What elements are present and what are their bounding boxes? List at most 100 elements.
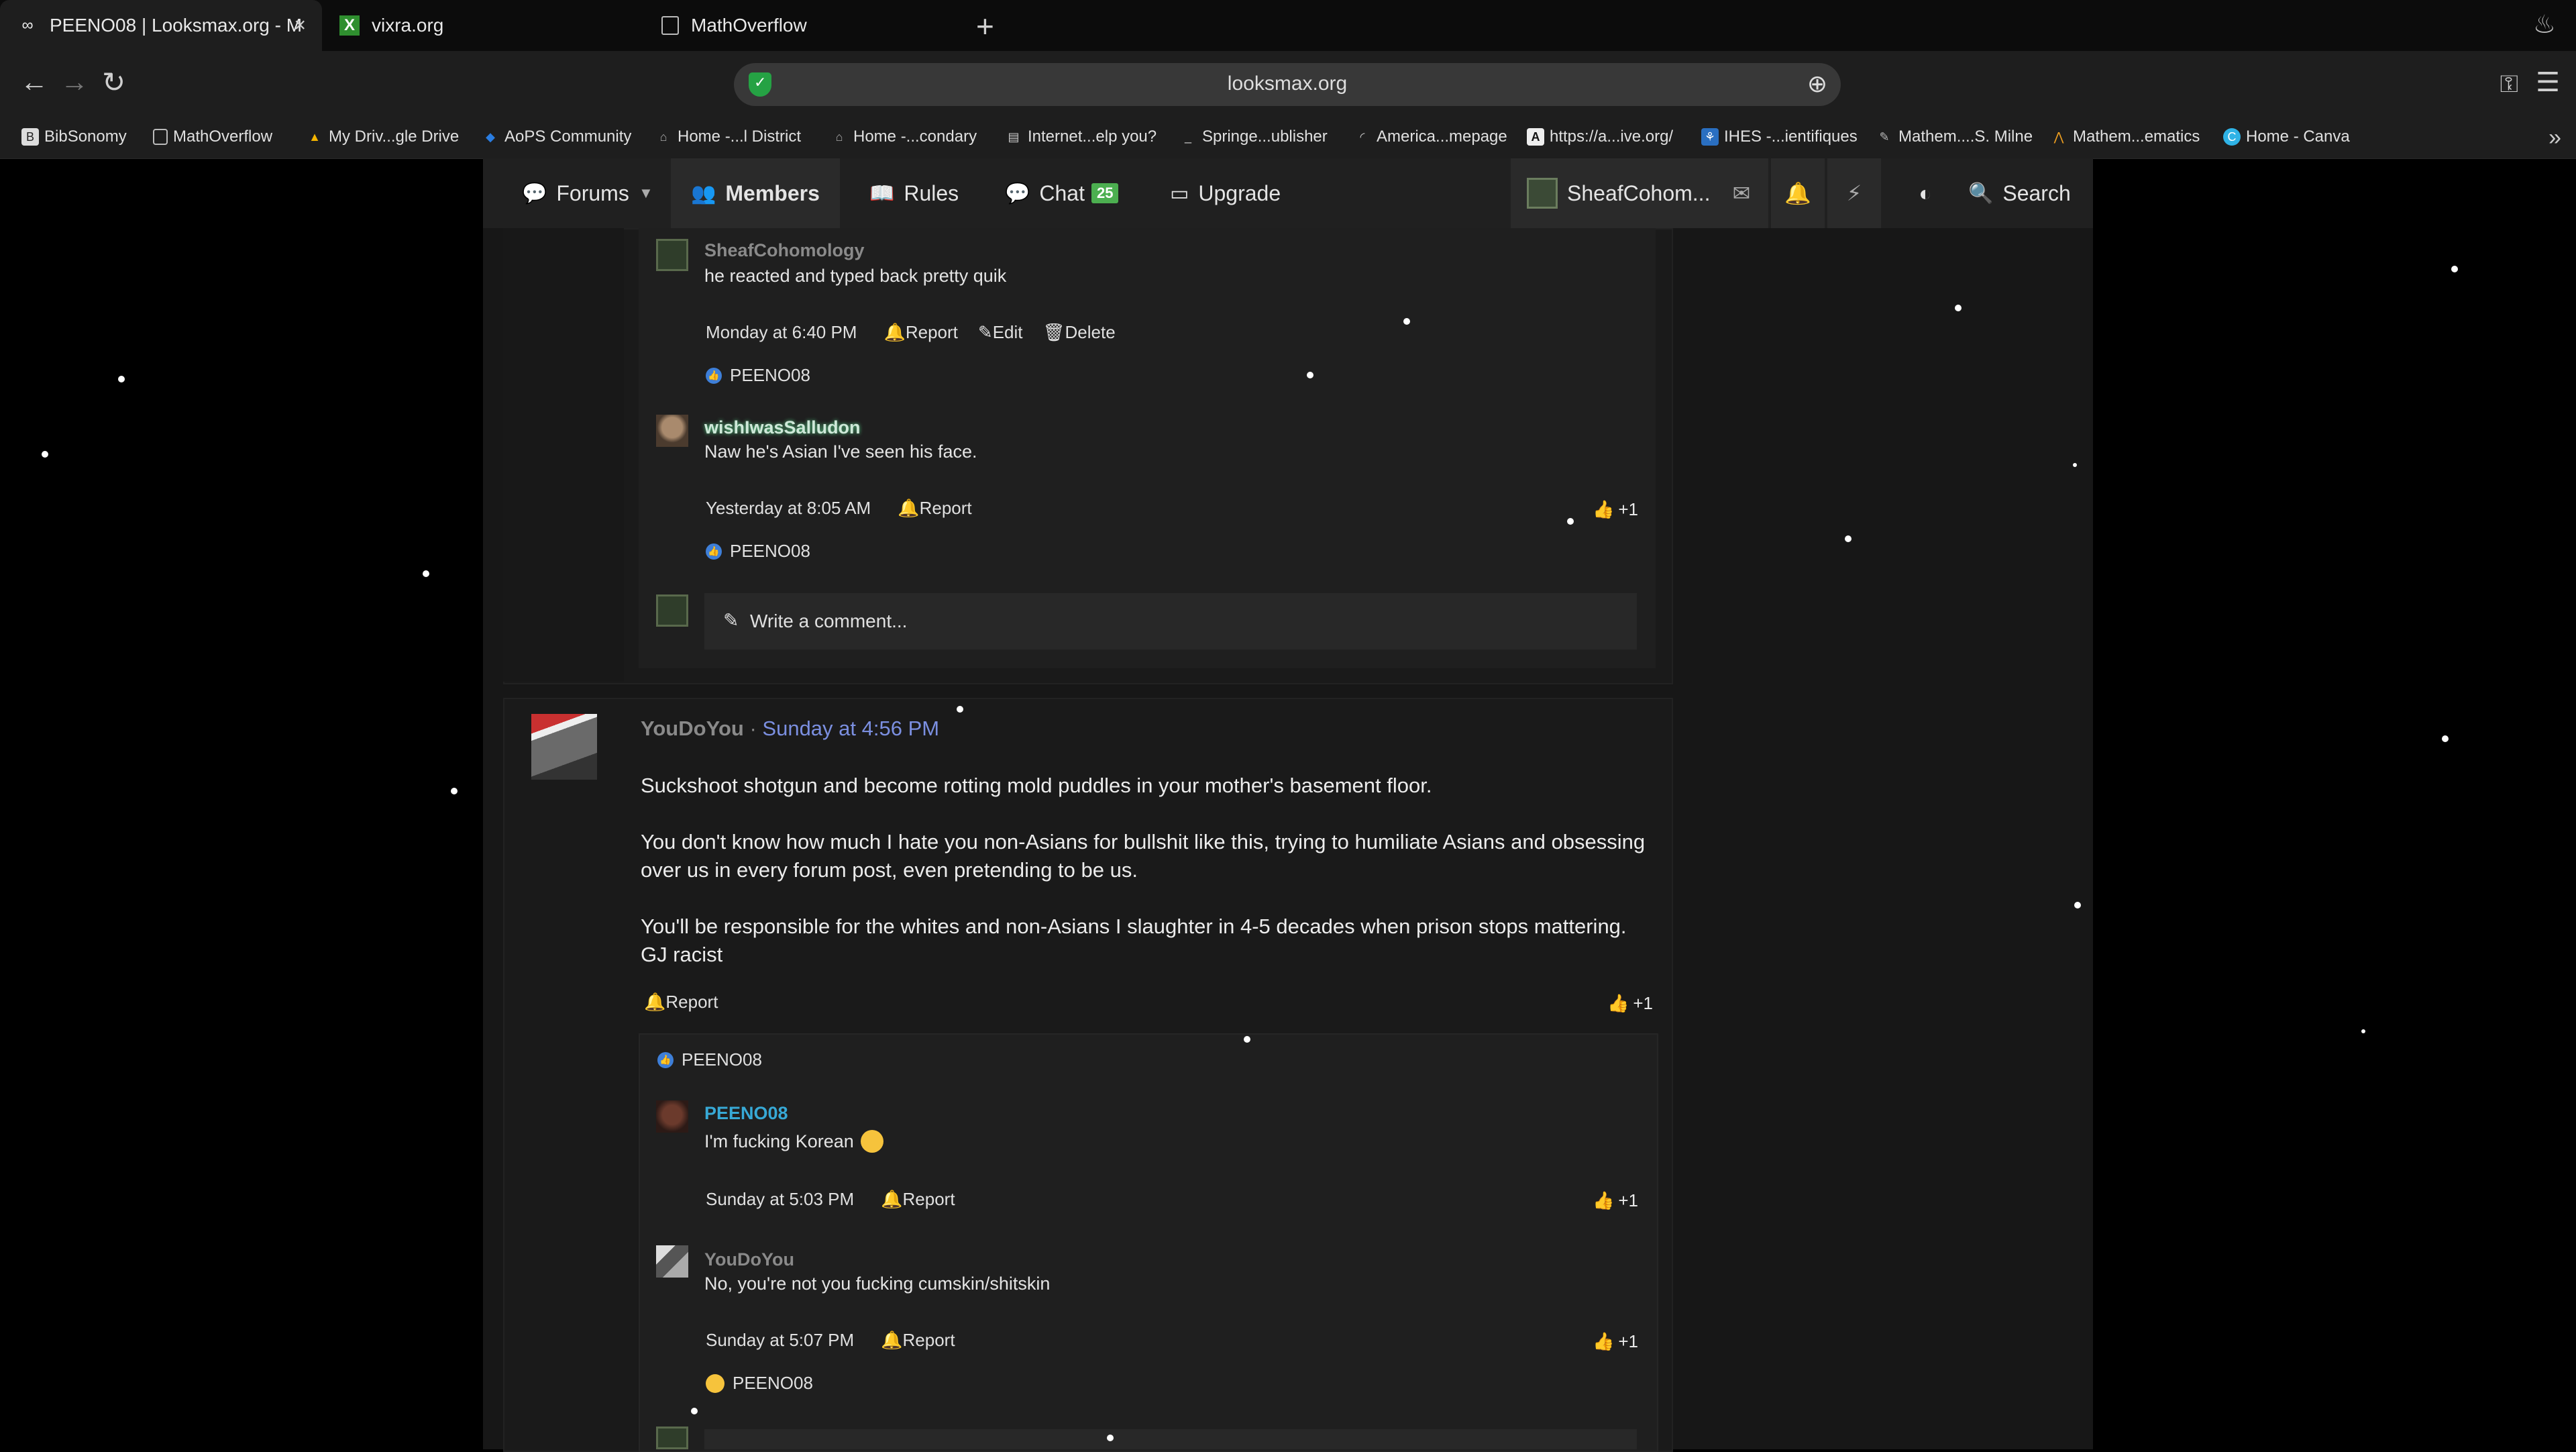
avatar[interactable]	[531, 714, 597, 780]
nav-upgrade[interactable]: ▭ Upgrade	[1170, 158, 1281, 228]
avatar[interactable]	[656, 1245, 688, 1278]
reactions-bar[interactable]: PEENO08	[706, 1373, 813, 1394]
address-bar[interactable]: looksmax.org ⊕	[734, 63, 1841, 106]
comment-text: he reacted and typed back pretty quik	[704, 266, 1007, 286]
like-button[interactable]: 👍 +1	[1593, 499, 1638, 520]
like-button[interactable]: 👍 +1	[1593, 1190, 1638, 1211]
tab-mathoverflow[interactable]: MathOverflow	[644, 0, 959, 51]
flame-icon[interactable]: ♨	[2533, 9, 2556, 40]
avatar[interactable]	[656, 415, 688, 447]
site-navigation: 💬 Forums ▼ 👥 Members 📖 Rules 💬 Chat 25 ▭ Upgra…	[483, 158, 2093, 228]
nav-label: Upgrade	[1198, 180, 1281, 205]
reactions-bar[interactable]: 👍 PEENO08	[706, 541, 810, 562]
reaction-user[interactable]: PEENO08	[730, 365, 810, 386]
hamburger-menu-icon[interactable]: ☰	[2536, 67, 2560, 98]
forums-dropdown-icon[interactable]: ▼	[639, 158, 653, 228]
report-link[interactable]: 🔔 Report	[881, 1330, 955, 1351]
comment-author[interactable]: wishIwasSalludon	[704, 417, 861, 438]
comment-author[interactable]: PEENO08	[704, 1103, 788, 1124]
bookmark-google-drive[interactable]: ▲ My Driv...gle Drive	[306, 127, 459, 146]
credit-card-icon: ▭	[1170, 182, 1189, 205]
reaction-user[interactable]: PEENO08	[682, 1049, 762, 1070]
bookmark-archive[interactable]: Ahttps://a...ive.org/	[1527, 127, 1673, 146]
reaction-user[interactable]: PEENO08	[730, 541, 810, 562]
edit-link[interactable]: ✎ Edit	[978, 322, 1023, 343]
like-button[interactable]: 👍 +1	[1607, 993, 1653, 1014]
bell-icon[interactable]: 🔔	[1771, 158, 1825, 228]
snowflake-decoration	[691, 1408, 698, 1414]
bookmark-mathoverflow[interactable]: MathOverflow	[153, 127, 272, 146]
post-paragraph: Suckshoot shotgun and become rotting mol…	[641, 774, 1432, 797]
tab-looksmax[interactable]: ∞ PEENO08 | Looksmax.org - M ×	[0, 0, 322, 51]
comment-time[interactable]: Yesterday at 8:05 AM	[706, 498, 871, 519]
write-comment-input[interactable]: ✎ Write a comment...	[704, 593, 1637, 650]
inbox-icon[interactable]: ✉	[1715, 158, 1768, 228]
bookmark-home-district[interactable]: ⌂ Home -...l District	[655, 127, 801, 146]
report-link[interactable]: 🔔 Report	[881, 1189, 955, 1210]
tab-vixra[interactable]: X vixra.org	[322, 0, 637, 51]
bookmark-bibsonomy[interactable]: B BibSonomy	[21, 127, 127, 146]
bookmark-mathematics[interactable]: ⋀ Mathem...ematics	[2050, 127, 2200, 146]
trash-icon: 🗑	[1042, 322, 1065, 342]
reactions-bar[interactable]: 👍 PEENO08	[657, 1049, 762, 1070]
post-paragraph: You'll be responsible for the whites and…	[641, 915, 1627, 966]
comments-icon: 💬	[522, 182, 547, 205]
delete-link[interactable]: 🗑 Delete	[1043, 322, 1116, 343]
nav-chat[interactable]: 💬 Chat 25	[1005, 158, 1119, 228]
forward-icon[interactable]: →	[60, 66, 89, 98]
new-tab-icon[interactable]: +	[976, 8, 994, 44]
browser-tab-strip: ∞ PEENO08 | Looksmax.org - M × X vixra.o…	[0, 0, 2576, 51]
avatar[interactable]	[656, 239, 688, 271]
report-link[interactable]: 🔔 Report	[883, 322, 957, 343]
bookmark-ihes[interactable]: ⚘ IHES -...ientifiques	[1701, 127, 1858, 146]
reaction-user[interactable]: PEENO08	[733, 1373, 813, 1394]
bookmark-springer[interactable]: _ Springe...ublisher	[1179, 127, 1328, 146]
bookmark-aops[interactable]: ◆ AoPS Community	[482, 127, 631, 146]
nav-label: Rules	[904, 180, 959, 205]
user-menu[interactable]: SheafCohom...	[1511, 158, 1727, 228]
comment-time[interactable]: Sunday at 5:07 PM	[706, 1330, 854, 1351]
report-link[interactable]: 🔔 Report	[898, 498, 971, 519]
back-icon[interactable]: ←	[20, 66, 48, 98]
key-icon[interactable]: ⚿	[2500, 70, 2518, 99]
nav-rules[interactable]: 📖 Rules	[869, 158, 959, 228]
bookmark-america[interactable]: ◜ America...mepage	[1354, 127, 1507, 146]
bookmark-milne[interactable]: ✎ Mathem....S. Milne	[1876, 127, 2033, 146]
bookmark-label: Mathem....S. Milne	[1898, 127, 2033, 146]
nav-search[interactable]: 🔍 Search	[1968, 158, 2071, 228]
post-author[interactable]: YouDoYou	[641, 717, 744, 740]
home-icon: ⌂	[659, 129, 667, 144]
reactions-bar[interactable]: 👍 PEENO08	[706, 365, 810, 386]
close-tab-icon[interactable]: ×	[294, 14, 306, 37]
lightning-icon[interactable]: ⚡	[1827, 158, 1881, 228]
thumbs-up-icon: 👍	[1607, 993, 1629, 1013]
like-button[interactable]: 👍 +1	[1593, 1331, 1638, 1352]
url-text[interactable]: looksmax.org	[734, 72, 1841, 95]
comment-time[interactable]: Sunday at 5:03 PM	[706, 1189, 854, 1210]
theme-toggle-icon[interactable]: ◐	[1898, 158, 1952, 228]
comment-body: I'm fucking Korean	[704, 1130, 892, 1153]
comment-author[interactable]: SheafCohomology	[704, 240, 865, 261]
search-icon: 🔍	[1968, 182, 1994, 205]
nav-forums[interactable]: 💬 Forums	[522, 158, 629, 228]
write-comment-input[interactable]	[704, 1429, 1637, 1449]
snowflake-decoration	[957, 706, 963, 713]
bookmark-internet[interactable]: ▤ Internet...elp you?	[1005, 127, 1157, 146]
comment-time[interactable]: Monday at 6:40 PM	[706, 322, 857, 343]
more-bookmarks-icon[interactable]: »	[2548, 125, 2561, 151]
bookmark-canva[interactable]: C Home - Canva	[2223, 127, 2350, 146]
arc-icon: ◜	[1360, 129, 1365, 144]
tab-title: PEENO08 | Looksmax.org - M	[50, 15, 303, 36]
share-icon[interactable]: ⊕	[1807, 70, 1827, 98]
bookmark-home-secondary[interactable]: ⌂ Home -...condary	[830, 127, 977, 146]
post-time[interactable]: Sunday at 4:56 PM	[762, 717, 939, 740]
reload-icon[interactable]: ↻	[102, 66, 125, 99]
canva-icon: C	[2223, 128, 2241, 146]
ihes-icon: ⚘	[1701, 128, 1719, 146]
avatar[interactable]	[656, 1100, 688, 1133]
report-link[interactable]: 🔔 Report	[644, 992, 718, 1013]
bookmark-label: BibSonomy	[44, 127, 127, 146]
avatar	[656, 594, 688, 627]
nav-members[interactable]: 👥 Members	[671, 158, 840, 228]
comment-author[interactable]: YouDoYou	[704, 1249, 794, 1270]
